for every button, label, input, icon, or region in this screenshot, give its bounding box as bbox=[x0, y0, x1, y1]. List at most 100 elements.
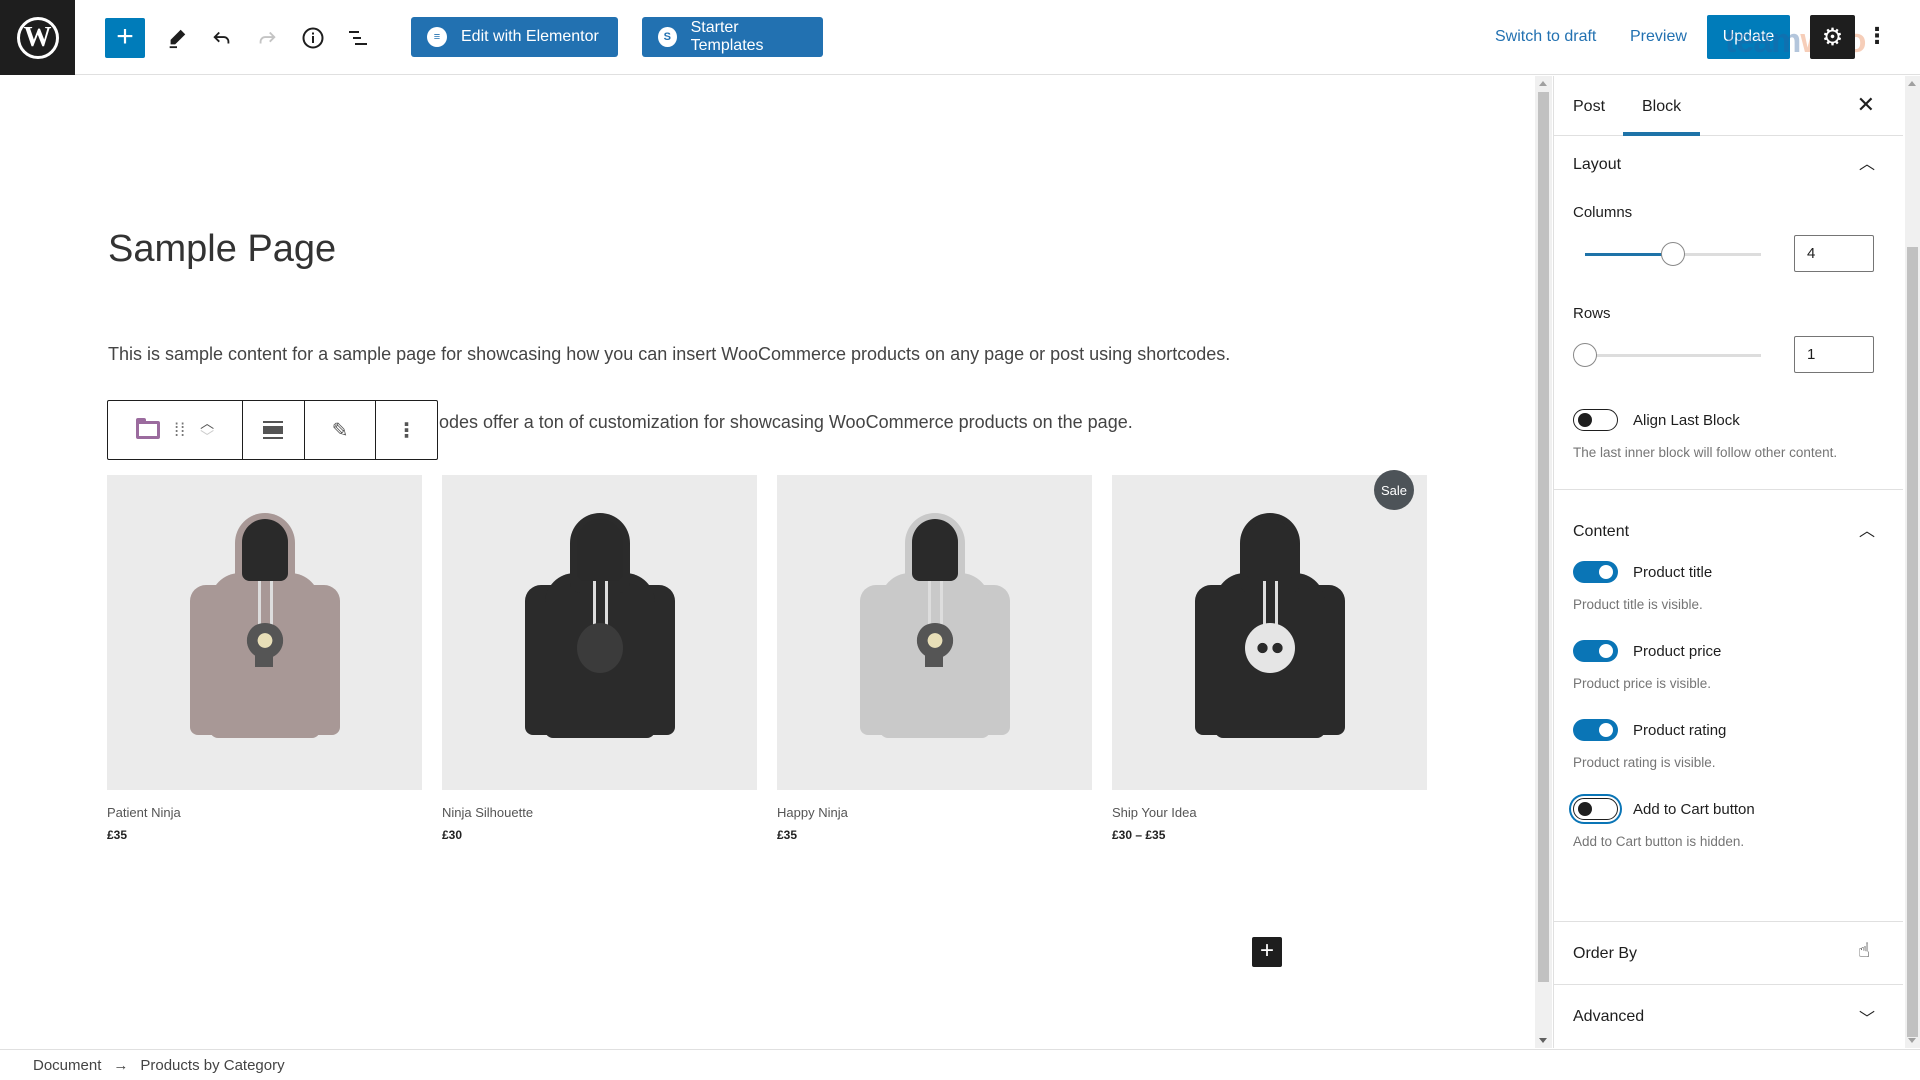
scroll-down-icon[interactable] bbox=[1539, 1038, 1547, 1043]
settings-button[interactable]: ⚙ bbox=[1810, 15, 1855, 59]
editor-canvas: Sample Page This is sample content for a… bbox=[0, 76, 1535, 1048]
rows-input[interactable]: 1 bbox=[1794, 336, 1874, 373]
products-grid: Patient Ninja £35 Ninja Silhouette £30 Happy… bbox=[107, 470, 1427, 842]
breadcrumb-products-by-category[interactable]: Products by Category bbox=[140, 1057, 284, 1074]
product-image[interactable]: Sale bbox=[1112, 470, 1427, 790]
rows-slider[interactable] bbox=[1573, 342, 1773, 367]
layout-panel: Layout ︿ Columns 4 Rows 1 Align Last Blo… bbox=[1554, 136, 1903, 490]
list-view-button[interactable] bbox=[338, 18, 378, 58]
add-to-cart-button-help: Add to Cart button is hidden. bbox=[1573, 834, 1745, 849]
hand-cursor-icon: ☝ bbox=[1858, 940, 1871, 962]
scroll-up-icon[interactable] bbox=[1908, 81, 1916, 86]
scrollbar-thumb[interactable] bbox=[1907, 247, 1918, 1037]
product-title-toggle[interactable] bbox=[1573, 561, 1618, 583]
tab-post[interactable]: Post bbox=[1573, 98, 1605, 116]
edit-button[interactable]: ✎ bbox=[305, 401, 377, 459]
block-inserter-button[interactable]: + bbox=[105, 18, 145, 58]
drag-handle-icon[interactable]: ⁞⁞ bbox=[174, 421, 186, 439]
pencil-icon: ✎ bbox=[331, 419, 349, 442]
product-image[interactable] bbox=[442, 475, 757, 790]
slider-handle[interactable] bbox=[1573, 342, 1597, 367]
wordpress-logo-button[interactable]: W bbox=[0, 0, 75, 75]
paragraph-block[interactable]: This is sample content for a sample page… bbox=[108, 344, 1230, 365]
gear-icon: ⚙ bbox=[1821, 23, 1844, 51]
align-wide-icon bbox=[263, 421, 284, 439]
close-sidebar-button[interactable]: ✕ bbox=[1857, 92, 1875, 118]
block-toolbar: ⁞⁞ ︿ ﹀ ✎ ⋮ bbox=[107, 400, 438, 460]
options-menu-button[interactable]: ⋮ bbox=[1866, 22, 1888, 52]
scroll-down-icon[interactable] bbox=[1908, 1038, 1916, 1043]
move-down-icon[interactable]: ﹀ bbox=[200, 430, 214, 444]
move-up-icon[interactable]: ︿ bbox=[200, 416, 214, 430]
product-card[interactable]: Patient Ninja £35 bbox=[107, 475, 422, 842]
product-name[interactable]: Happy Ninja bbox=[777, 805, 1092, 820]
list-view-icon bbox=[349, 31, 367, 45]
kebab-icon: ⋮ bbox=[1866, 23, 1888, 48]
canvas-scrollbar[interactable] bbox=[1535, 76, 1552, 1048]
add-to-cart-button-toggle[interactable] bbox=[1573, 798, 1618, 820]
order-by-panel[interactable]: Order By bbox=[1554, 922, 1903, 985]
block-type-folder-icon[interactable] bbox=[136, 418, 161, 439]
chevron-up-icon[interactable]: ︿ bbox=[1859, 150, 1875, 174]
product-price: £35 bbox=[777, 828, 798, 842]
chevron-down-icon[interactable]: ﹀ bbox=[1859, 1005, 1875, 1029]
hoodie-image bbox=[859, 512, 1010, 753]
product-price-label: Product price bbox=[1633, 642, 1722, 660]
undo-icon bbox=[213, 31, 230, 44]
sidebar-scrollbar[interactable] bbox=[1905, 76, 1920, 1048]
columns-input[interactable]: 4 bbox=[1794, 235, 1874, 272]
breadcrumb-document[interactable]: Document bbox=[33, 1057, 101, 1074]
product-card[interactable]: Ninja Silhouette £30 bbox=[442, 475, 757, 842]
columns-label: Columns bbox=[1573, 204, 1633, 221]
product-rating-toggle[interactable] bbox=[1573, 719, 1618, 741]
add-block-button[interactable]: + bbox=[1252, 937, 1282, 967]
slider-handle[interactable] bbox=[1661, 241, 1685, 266]
product-rating-label: Product rating bbox=[1633, 721, 1727, 739]
product-image[interactable] bbox=[777, 475, 1092, 790]
product-name[interactable]: Patient Ninja bbox=[107, 805, 422, 820]
starter-templates-label: Starter Templates bbox=[690, 19, 764, 54]
kebab-icon: ⋮ bbox=[396, 419, 417, 442]
advanced-title[interactable]: Advanced bbox=[1573, 985, 1884, 1026]
scroll-up-icon[interactable] bbox=[1539, 81, 1547, 86]
align-last-block-toggle[interactable] bbox=[1573, 409, 1618, 431]
product-price-toggle[interactable] bbox=[1573, 640, 1618, 662]
sale-badge: Sale bbox=[1374, 470, 1414, 510]
product-name[interactable]: Ship Your Idea bbox=[1112, 805, 1427, 820]
wordpress-icon: W bbox=[16, 16, 59, 59]
tools-button[interactable] bbox=[157, 18, 197, 58]
details-button[interactable] bbox=[293, 18, 333, 58]
align-last-block-label: Align Last Block bbox=[1633, 411, 1740, 429]
page-title[interactable]: Sample Page bbox=[108, 228, 336, 271]
paragraph-block[interactable]: odes offer a ton of customization for sh… bbox=[439, 412, 1133, 433]
align-button[interactable] bbox=[243, 401, 305, 459]
product-card[interactable]: Sale Ship Your Idea £30 – £35 bbox=[1112, 470, 1427, 842]
tab-block[interactable]: Block bbox=[1642, 98, 1681, 116]
hoodie-image bbox=[189, 512, 340, 753]
block-options-button[interactable]: ⋮ bbox=[376, 401, 437, 459]
product-title-help: Product title is visible. bbox=[1573, 597, 1703, 612]
update-button[interactable]: Update bbox=[1707, 15, 1790, 59]
product-card[interactable]: Happy Ninja £35 bbox=[777, 475, 1092, 842]
product-name[interactable]: Ninja Silhouette bbox=[442, 805, 757, 820]
switch-to-draft-button[interactable]: Switch to draft bbox=[1495, 28, 1596, 46]
undo-button[interactable] bbox=[202, 18, 242, 58]
redo-button[interactable] bbox=[247, 18, 287, 58]
scrollbar-thumb[interactable] bbox=[1538, 92, 1549, 982]
content-panel-toggle[interactable]: Content bbox=[1573, 490, 1884, 541]
settings-sidebar: Post Block ✕ Layout ︿ Columns 4 Rows 1 A… bbox=[1553, 76, 1903, 1048]
starter-templates-button[interactable]: S Starter Templates bbox=[642, 17, 823, 57]
hoodie-image bbox=[1194, 512, 1345, 753]
edit-with-elementor-button[interactable]: ≡ Edit with Elementor bbox=[411, 17, 618, 57]
product-price: £35 bbox=[107, 828, 128, 842]
hoodie-image bbox=[524, 512, 675, 753]
product-rating-help: Product rating is visible. bbox=[1573, 755, 1716, 770]
layout-panel-toggle[interactable]: Layout bbox=[1573, 136, 1884, 174]
chevron-up-icon[interactable]: ︿ bbox=[1859, 517, 1875, 541]
close-icon: ✕ bbox=[1856, 92, 1875, 117]
columns-slider[interactable] bbox=[1573, 241, 1773, 266]
preview-button[interactable]: Preview bbox=[1630, 28, 1687, 46]
order-by-title[interactable]: Order By bbox=[1573, 922, 1884, 963]
product-image[interactable] bbox=[107, 475, 422, 790]
advanced-panel[interactable]: Advanced ﹀ bbox=[1554, 985, 1903, 1048]
